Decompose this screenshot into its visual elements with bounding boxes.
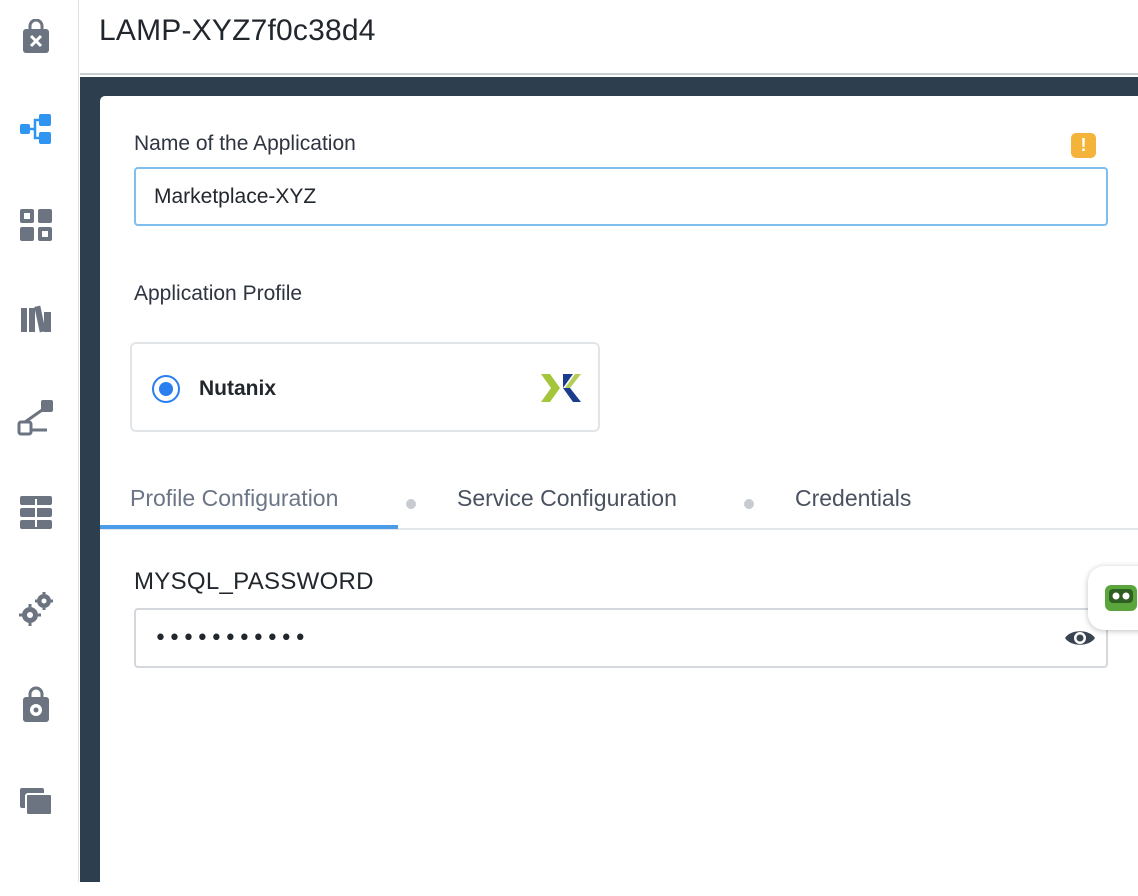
applications-grid-icon[interactable] xyxy=(17,206,55,244)
radio-selected-dot xyxy=(159,382,173,396)
left-nav-sidebar xyxy=(0,0,79,882)
page-title: LAMP-XYZ7f0c38d4 xyxy=(99,14,376,48)
blueprint-tree-icon[interactable] xyxy=(17,110,55,148)
show-password-eye-icon[interactable] xyxy=(1064,626,1096,655)
mysql-password-label: MYSQL_PASSWORD xyxy=(134,568,374,596)
settings-gears-icon[interactable] xyxy=(17,590,55,628)
projects-folder-icon[interactable] xyxy=(17,782,55,820)
mysql-password-field[interactable]: ••••••••••• xyxy=(134,608,1108,668)
active-tab-indicator xyxy=(100,525,398,529)
password-masked-value: ••••••••••• xyxy=(154,626,308,651)
help-assistant-widget[interactable] xyxy=(1088,566,1138,630)
application-profile-label: Application Profile xyxy=(134,282,302,306)
tab-credentials[interactable]: Credentials xyxy=(795,485,911,512)
profile-option-nutanix[interactable]: Nutanix xyxy=(130,342,600,432)
configuration-tabs: Profile Configuration Service Configurat… xyxy=(100,470,1138,530)
nutanix-logo-icon xyxy=(539,372,583,409)
marketplace-bag-icon[interactable] xyxy=(17,18,55,56)
application-name-label: Name of the Application xyxy=(134,132,356,156)
assistant-bot-icon xyxy=(1104,582,1138,619)
tab-profile-configuration[interactable]: Profile Configuration xyxy=(130,485,338,512)
warning-icon[interactable]: ! xyxy=(1071,133,1096,158)
tab-separator-dot xyxy=(406,499,416,509)
library-books-icon[interactable] xyxy=(17,300,55,338)
marketplace-manager-bag-icon[interactable] xyxy=(17,686,55,724)
runbooks-flow-icon[interactable] xyxy=(17,398,55,436)
tab-service-configuration[interactable]: Service Configuration xyxy=(457,485,677,512)
app-header: LAMP-XYZ7f0c38d4 xyxy=(80,0,1138,75)
application-name-input[interactable] xyxy=(134,167,1108,226)
endpoints-server-icon[interactable] xyxy=(17,494,55,532)
tab-separator-dot xyxy=(744,499,754,509)
profile-radio-button[interactable] xyxy=(152,375,180,403)
profile-option-label: Nutanix xyxy=(199,377,276,401)
